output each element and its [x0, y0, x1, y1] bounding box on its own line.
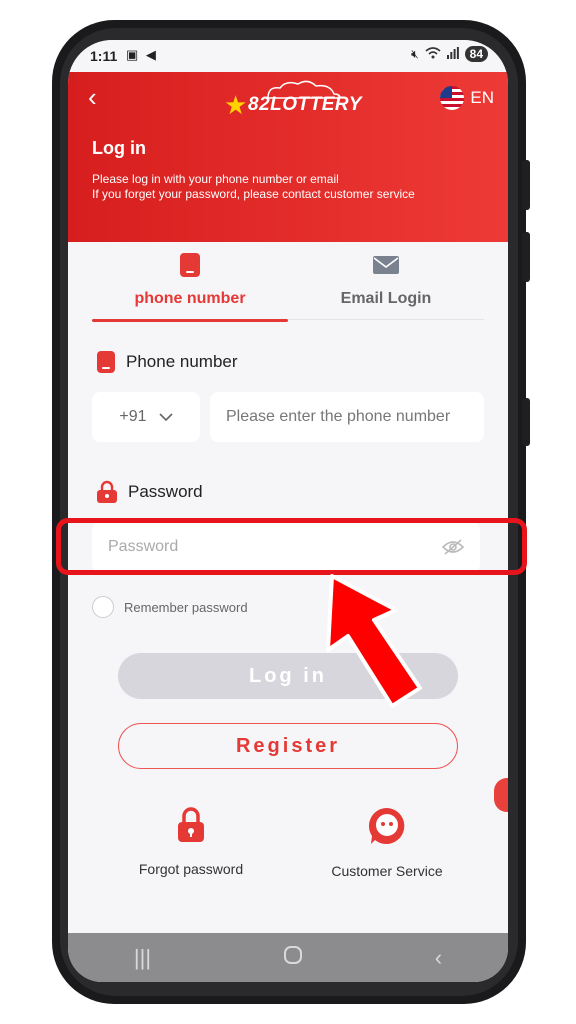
wifi-icon [425, 46, 441, 62]
chevron-down-icon [158, 413, 173, 422]
register-button[interactable]: Register [118, 723, 458, 769]
password-heading: Password [96, 480, 203, 504]
language-label: EN [470, 88, 494, 107]
power-button [522, 398, 530, 446]
header-instruction-2: If you forget your password, please cont… [92, 187, 415, 201]
battery-icon: 84 [464, 46, 488, 62]
chat-support-icon [368, 808, 405, 844]
pointer-arrow-icon [326, 574, 422, 708]
status-right: 🔇︎ 84 [411, 46, 488, 62]
mute-icon: 🔇︎ [411, 46, 419, 61]
country-code-select[interactable]: +91 [92, 392, 200, 442]
tab-label: phone number [134, 290, 246, 307]
status-bar: 1:11 ▣ ◀ 🔇︎ 84 [68, 40, 508, 72]
tab-email-login[interactable]: Email Login [288, 250, 484, 320]
notification-icons: ▣ ◀ [126, 47, 158, 62]
customer-service-label: Customer Service [331, 863, 443, 879]
remember-radio[interactable] [92, 596, 114, 618]
phone-number-placeholder: Please enter the phone number [226, 408, 451, 425]
signal-icon [446, 46, 459, 62]
mail-icon [288, 250, 484, 280]
home-icon[interactable] [283, 945, 303, 971]
logo-text: 82LOTTERY [248, 94, 362, 115]
login-tabs: phone number Email Login [92, 250, 484, 322]
tab-active-indicator [92, 319, 288, 322]
forgot-password-label: Forgot password [138, 861, 244, 877]
tab-phone-number[interactable]: phone number [92, 250, 288, 322]
login-header: ‹ ★ 82LOTTERY EN Log in Please log in wi… [68, 72, 508, 242]
language-switcher[interactable]: EN [440, 86, 494, 110]
volume-button [522, 232, 530, 282]
remember-label: Remember password [124, 599, 248, 615]
phone-number-label: Phone number [126, 352, 238, 371]
status-time: 1:11 [90, 48, 118, 64]
lock-icon [97, 480, 117, 503]
system-nav-bar: ||| ‹ [68, 933, 508, 982]
country-code-value: +91 [119, 408, 147, 425]
phone-number-heading: Phone number [96, 350, 238, 374]
password-highlight-box [56, 518, 527, 575]
tab-label: Email Login [340, 290, 432, 307]
phone-icon [92, 250, 288, 280]
back-arrow-icon[interactable]: ‹ [88, 82, 97, 113]
floating-button[interactable] [494, 778, 508, 812]
customer-service-link[interactable]: Customer Service [302, 806, 472, 879]
star-logo-icon: ★ [224, 90, 248, 120]
header-instruction-1: Please log in with your phone number or … [92, 172, 339, 186]
password-label: Password [128, 482, 203, 501]
recent-apps-icon[interactable]: ||| [134, 945, 151, 971]
phone-number-input[interactable]: Please enter the phone number [210, 392, 484, 442]
volume-button [522, 160, 530, 210]
us-flag-icon [440, 86, 465, 110]
phone-icon [97, 351, 115, 373]
nav-back-icon[interactable]: ‹ [435, 945, 442, 971]
remember-password[interactable]: Remember password [92, 596, 248, 618]
forgot-password-link[interactable]: Forgot password [106, 806, 276, 877]
page-title: Log in [92, 138, 146, 158]
app-logo: ★ 82LOTTERY [224, 80, 361, 120]
lock-icon [178, 807, 204, 842]
app-screen: 1:11 ▣ ◀ 🔇︎ 84 ‹ ★ 82LOTTERY EN Log in P… [68, 40, 508, 982]
